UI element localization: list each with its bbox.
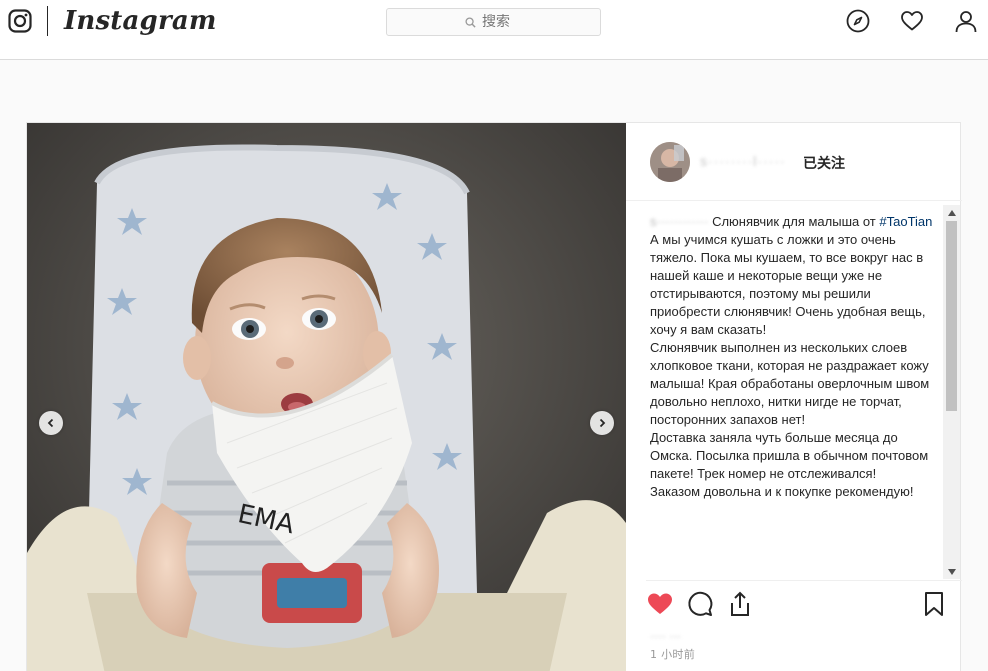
profile-icon[interactable] <box>954 9 978 33</box>
chevron-left-icon <box>47 418 54 428</box>
scrollbar-thumb[interactable] <box>946 221 957 411</box>
chevron-right-icon <box>599 418 606 428</box>
comment-button[interactable] <box>686 590 714 618</box>
likes-count[interactable]: ···· ··· <box>650 629 681 643</box>
avatar[interactable] <box>650 142 690 182</box>
search-box[interactable] <box>386 8 601 36</box>
caption-area: s············ Слюнявчик для малыша от #T… <box>646 206 962 578</box>
caption-scrollbar[interactable] <box>943 205 960 579</box>
logo-divider <box>47 6 48 36</box>
instagram-wordmark[interactable]: Instagram <box>64 6 217 36</box>
caption-paragraph: Слюнявчик выполнен из нескольких слоев х… <box>650 340 930 427</box>
like-button[interactable] <box>646 590 674 618</box>
caption-paragraph: А мы учимся кушать с ложки и это очень т… <box>650 232 926 337</box>
caption-paragraph: Заказом довольна и к покупке рекомендую! <box>650 484 914 499</box>
compass-icon[interactable] <box>846 9 870 33</box>
share-button[interactable] <box>726 590 754 618</box>
post-photo[interactable]: ЕМА <box>27 123 626 671</box>
search-input[interactable] <box>482 14 522 30</box>
hashtag-link[interactable]: #TaoTian <box>879 214 932 229</box>
follow-status[interactable]: 已关注 <box>803 153 845 173</box>
share-icon <box>731 591 749 616</box>
heart-filled-icon <box>648 593 672 614</box>
post-header: s········l····· 已关注 <box>626 123 962 201</box>
post-timestamp[interactable]: 1 小时前 <box>650 646 695 662</box>
bookmark-icon <box>925 592 943 616</box>
heart-icon[interactable] <box>900 9 924 33</box>
previous-photo-button[interactable] <box>39 411 63 435</box>
caption-paragraph: Доставка заняла чуть больше месяца до Ом… <box>650 430 929 481</box>
comment-icon <box>688 591 713 616</box>
caption-intro: Слюнявчик для малыша от <box>712 214 876 229</box>
post-sidebar: s········l····· 已关注 s············ Слюняв… <box>626 123 962 671</box>
instagram-logo-icon[interactable] <box>8 9 32 33</box>
caption: s············ Слюнявчик для малыша от #T… <box>650 213 936 501</box>
top-nav: Instagram <box>0 0 988 60</box>
next-photo-button[interactable] <box>590 411 614 435</box>
scroll-up-arrow-icon[interactable] <box>943 205 960 220</box>
caption-username[interactable]: s············ <box>650 214 708 229</box>
search-icon <box>465 16 476 28</box>
post-card: ЕМА s········l····· 已关注 s············ Сл… <box>26 122 962 671</box>
baby-photo: ЕМА <box>27 123 626 671</box>
scroll-down-arrow-icon[interactable] <box>943 564 960 579</box>
post-actions <box>646 580 962 630</box>
username[interactable]: s········l····· <box>700 153 786 169</box>
save-button[interactable] <box>920 590 948 618</box>
